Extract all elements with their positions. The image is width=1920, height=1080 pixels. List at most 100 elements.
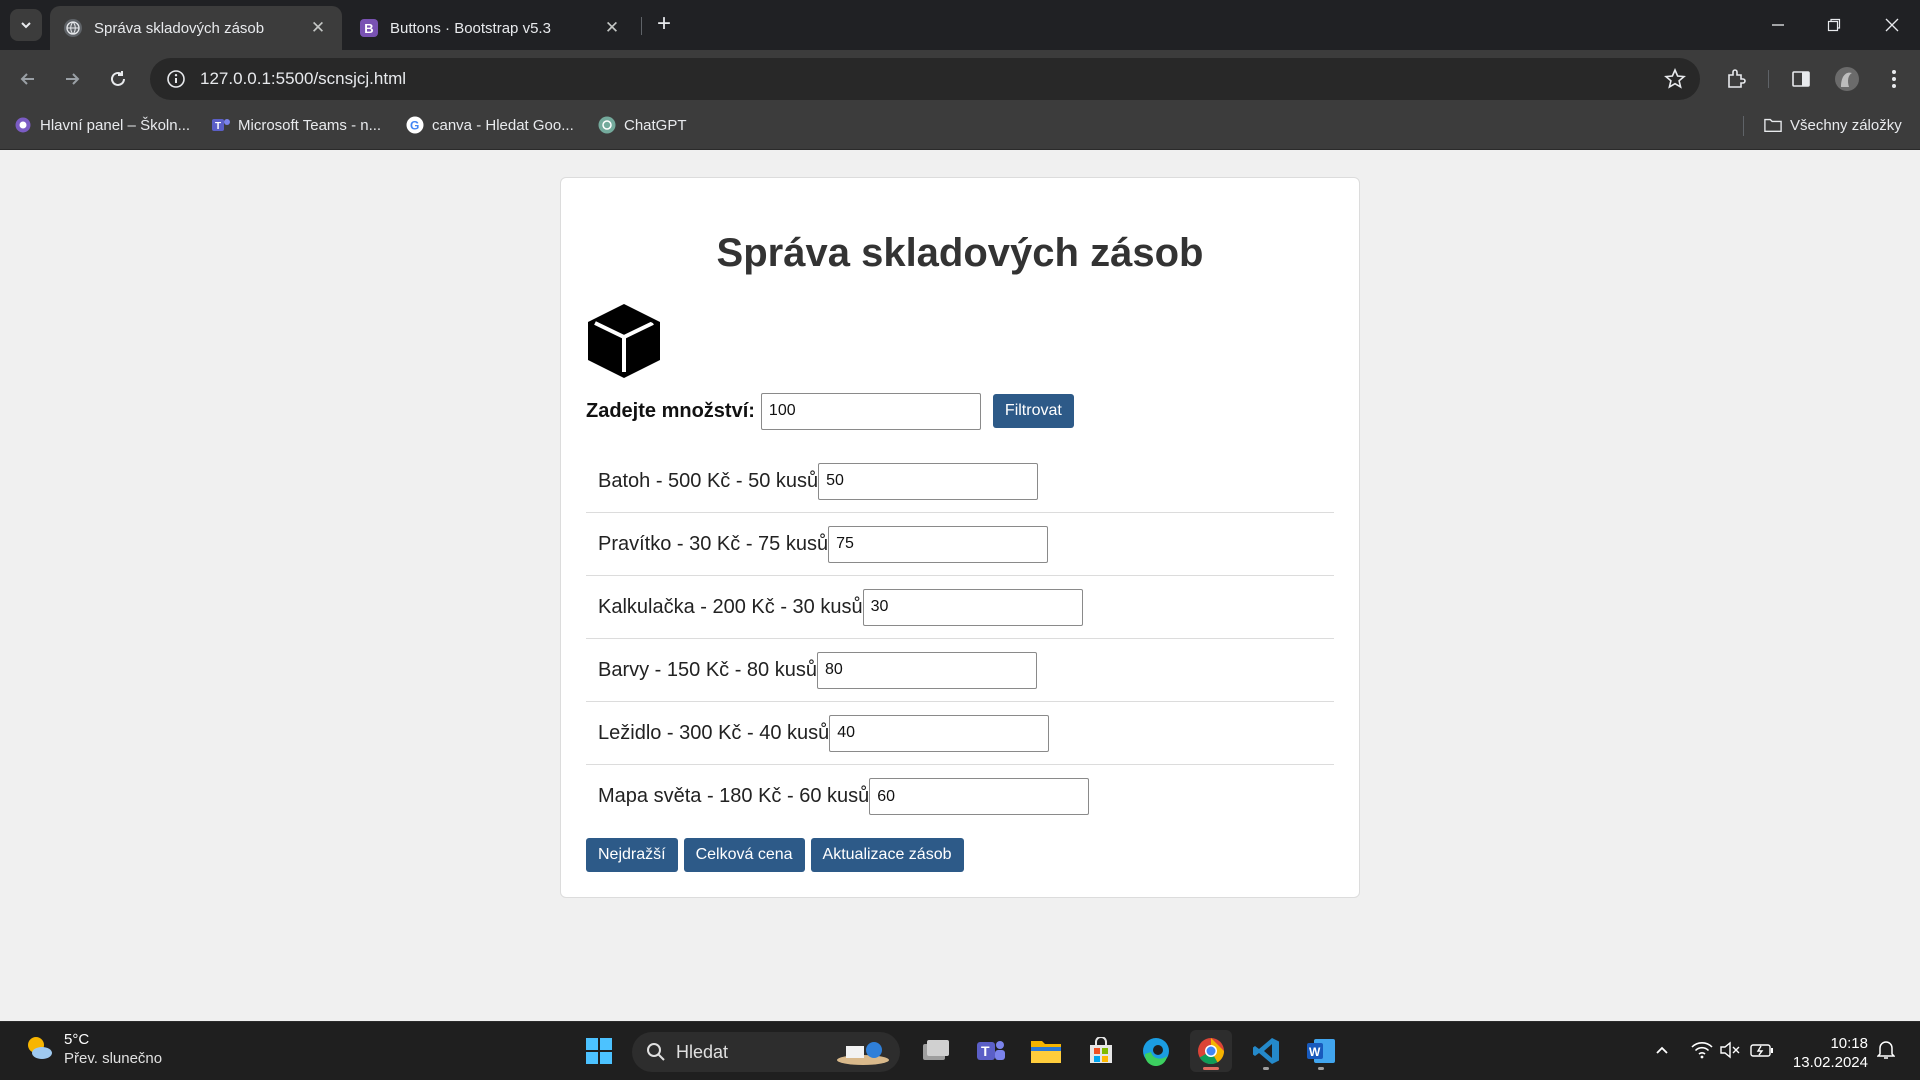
bookmark-teams[interactable]: T Microsoft Teams - n... [212, 108, 381, 142]
globe-icon [64, 19, 82, 37]
windows-taskbar: 5°C Přev. slunečno Hledat T W 10:18 13.0… [0, 1021, 1920, 1080]
chrome-app[interactable] [1190, 1030, 1232, 1072]
address-bar[interactable]: 127.0.0.1:5500/scnsjcj.html [150, 58, 1700, 100]
chatgpt-icon [598, 116, 616, 134]
svg-text:G: G [410, 119, 419, 133]
minimize-button[interactable] [1750, 0, 1806, 50]
taskbar-search[interactable]: Hledat [632, 1032, 900, 1072]
total-price-button[interactable]: Celková cena [683, 838, 805, 872]
list-item: Batoh - 500 Kč - 50 kusů [586, 450, 1334, 513]
new-tab-button[interactable]: + [652, 12, 676, 37]
notification-bell-icon[interactable] [1872, 1036, 1900, 1064]
back-button[interactable] [12, 63, 44, 95]
item-quantity-input[interactable] [828, 525, 1049, 563]
chevron-up-icon[interactable] [1648, 1036, 1676, 1064]
url-text: 127.0.0.1:5500/scnsjcj.html [200, 69, 407, 88]
arrow-left-icon [20, 73, 34, 85]
active-app-indicator [1203, 1067, 1219, 1070]
item-quantity-input[interactable] [829, 714, 1050, 752]
close-window-button[interactable] [1864, 0, 1920, 50]
inventory-list: Batoh - 500 Kč - 50 kusů Pravítko - 30 K… [586, 450, 1334, 828]
list-item: Pravítko - 30 Kč - 75 kusů [586, 513, 1334, 576]
restore-icon [1827, 18, 1841, 32]
start-button[interactable] [578, 1030, 620, 1072]
search-highlight-icon [836, 1038, 890, 1071]
wifi-icon[interactable] [1688, 1036, 1716, 1064]
tab-bootstrap[interactable]: B Buttons · Bootstrap v5.3 ✕ [346, 6, 636, 50]
word-icon: W [1307, 1039, 1335, 1063]
item-quantity-input[interactable] [816, 651, 1037, 689]
folder-icon [1031, 1041, 1061, 1063]
weather-widget[interactable]: 5°C Přev. slunečno [24, 1031, 162, 1069]
site-info-icon[interactable] [156, 58, 196, 100]
bootstrap-icon: B [360, 19, 378, 37]
browser-toolbar: 127.0.0.1:5500/scnsjcj.html [0, 50, 1920, 108]
box-icon [586, 302, 662, 378]
close-tab-icon[interactable]: ✕ [602, 18, 622, 38]
tab-inventory[interactable]: Správa skladových zásob ✕ [50, 6, 342, 50]
page-title: Správa skladových zásob [716, 231, 1204, 275]
close-icon [1885, 18, 1899, 32]
update-stock-button[interactable]: Aktualizace zásob [810, 838, 964, 872]
profile-avatar[interactable] [1833, 65, 1861, 93]
side-panel-icon[interactable] [1787, 65, 1815, 93]
reload-icon [111, 71, 125, 86]
filter-button[interactable]: Filtrovat [992, 394, 1074, 428]
item-text: Ležidlo - 300 Kč - 40 kusů [598, 721, 830, 744]
bookmark-label: Microsoft Teams - n... [238, 116, 382, 134]
teams-icon: T [977, 1041, 1005, 1060]
filter-row: Zadejte množství: Filtrovat [586, 392, 1334, 430]
weather-desc: Přev. slunečno [64, 1050, 163, 1067]
bookmark-skolni-panel[interactable]: Hlavní panel – Školn... [14, 108, 190, 142]
extensions-icon[interactable] [1722, 65, 1750, 93]
bookmark-star-icon[interactable] [1664, 67, 1686, 95]
restore-button[interactable] [1806, 0, 1862, 50]
teams-icon: T [212, 116, 230, 134]
store-app[interactable] [1080, 1030, 1122, 1072]
most-expensive-button[interactable]: Nejdražší [586, 838, 678, 872]
actions-row: Nejdražší Celková cena Aktualizace zásob [586, 838, 1334, 872]
bookmark-label: Hlavní panel – Školn... [40, 116, 191, 134]
school-app-icon [14, 116, 32, 134]
task-view-button[interactable] [915, 1030, 957, 1072]
browser-tabstrip: Správa skladových zásob ✕ B Buttons · Bo… [0, 0, 1920, 50]
folder-icon [1764, 116, 1782, 134]
search-icon [646, 1042, 666, 1062]
weather-temp: 5°C [64, 1031, 90, 1048]
file-explorer-app[interactable] [1025, 1030, 1067, 1072]
list-item: Barvy - 150 Kč - 80 kusů [586, 639, 1334, 702]
battery-icon[interactable] [1748, 1036, 1776, 1064]
all-bookmarks-label: Všechny záložky [1790, 116, 1902, 134]
tab-search-button[interactable] [10, 9, 42, 41]
minimize-icon [1772, 24, 1784, 26]
edge-app[interactable] [1135, 1030, 1177, 1072]
teams-taskbar-app[interactable]: T [970, 1030, 1012, 1072]
item-quantity-input[interactable] [869, 778, 1090, 815]
bookmark-label: canva - Hledat Goo... [432, 116, 574, 134]
vscode-icon [1253, 1038, 1279, 1064]
quantity-input[interactable] [760, 392, 981, 430]
tab-divider [641, 17, 642, 35]
bookmark-canva-search[interactable]: G canva - Hledat Goo... [406, 108, 574, 142]
toolbar-divider [1768, 70, 1769, 88]
forward-button[interactable] [56, 63, 88, 95]
item-quantity-input[interactable] [818, 462, 1039, 500]
all-bookmarks-button[interactable]: Všechny záložky [1764, 108, 1902, 142]
close-tab-icon[interactable]: ✕ [308, 18, 328, 38]
item-text: Mapa světa - 180 Kč - 60 kusů [598, 785, 870, 807]
menu-kebab-icon[interactable] [1880, 65, 1908, 93]
speaker-muted-icon[interactable] [1716, 1036, 1744, 1064]
word-app[interactable]: W [1300, 1030, 1342, 1072]
arrow-right-icon [66, 73, 80, 85]
system-clock[interactable]: 10:18 13.02.2024 [1793, 1034, 1868, 1072]
reload-button[interactable] [102, 63, 134, 95]
inventory-card: Správa skladových zásob Zadejte množství… [560, 177, 1360, 898]
vscode-app[interactable] [1245, 1030, 1287, 1072]
task-view-icon [923, 1040, 949, 1060]
bookmark-label: ChatGPT [624, 116, 687, 134]
item-quantity-input[interactable] [862, 588, 1083, 626]
svg-text:T: T [215, 121, 221, 132]
bookmark-chatgpt[interactable]: ChatGPT [598, 108, 687, 142]
quantity-label: Zadejte množství: [586, 399, 755, 422]
chevron-down-icon [21, 22, 31, 29]
